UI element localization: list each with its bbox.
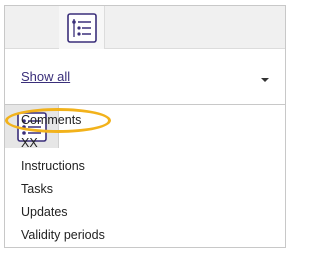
chevron-down-icon[interactable] bbox=[261, 78, 269, 82]
list-item-tasks[interactable]: Tasks bbox=[21, 182, 53, 196]
tree-view-icon bbox=[66, 12, 97, 43]
show-all-link[interactable]: Show all bbox=[21, 69, 70, 84]
list-item-instructions[interactable]: Instructions bbox=[21, 159, 85, 173]
list-item-comments[interactable]: Comments bbox=[21, 113, 81, 127]
filter-bar: Show all bbox=[5, 49, 285, 105]
list-item-validity-periods[interactable]: Validity periods bbox=[21, 228, 105, 242]
tab-bar bbox=[5, 6, 285, 148]
list-item-xx[interactable]: XX bbox=[21, 136, 38, 150]
tab-tree-view[interactable] bbox=[59, 6, 105, 49]
list-item-updates[interactable]: Updates bbox=[21, 205, 68, 219]
panel: Show all Comments XX Instructions Tasks … bbox=[4, 5, 286, 248]
